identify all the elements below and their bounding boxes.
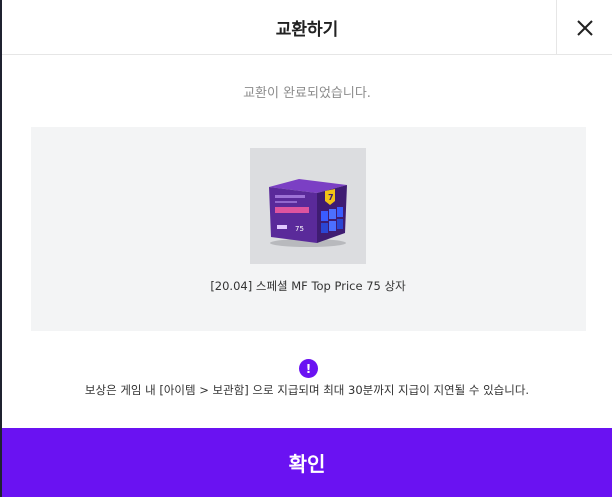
- reward-panel: 75 7 [20.04] 스페셜 MF Top Price 75 상자: [31, 127, 586, 331]
- reward-box-image: 75 7: [269, 179, 347, 247]
- close-button[interactable]: [556, 0, 612, 55]
- exchange-dialog: 교환하기 교환이 완료되었습니다. 75 7 [20.04] 스페셜 MF To…: [2, 0, 612, 497]
- box-label: 75: [295, 225, 304, 233]
- exclamation-icon: !: [299, 359, 318, 378]
- close-icon: [576, 19, 593, 36]
- reward-item-name: [20.04] 스페셜 MF Top Price 75 상자: [210, 279, 406, 293]
- svg-text:7: 7: [328, 193, 334, 202]
- reward-thumbnail: 75 7: [250, 148, 366, 264]
- dialog-title: 교환하기: [275, 20, 339, 40]
- confirm-button[interactable]: 확인: [2, 428, 612, 497]
- dialog-header: 교환하기: [2, 0, 612, 55]
- notice-text: 보상은 게임 내 [아이템 > 보관함] 으로 지급되며 최대 30분까지 지급…: [84, 383, 530, 397]
- completion-message: 교환이 완료되었습니다.: [243, 86, 371, 101]
